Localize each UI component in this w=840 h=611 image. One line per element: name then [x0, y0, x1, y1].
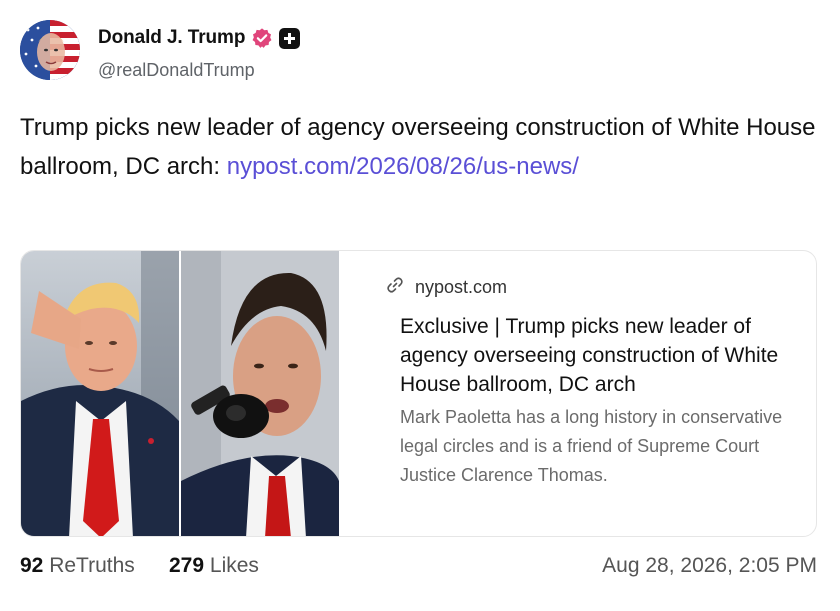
- likes-stat[interactable]: 279 Likes: [169, 554, 259, 578]
- link-description: Mark Paoletta has a long history in cons…: [400, 407, 783, 485]
- user-handle[interactable]: @realDonaldTrump: [98, 60, 255, 81]
- link-preview-image[interactable]: [21, 251, 339, 536]
- image-left-photo: [21, 251, 179, 536]
- verified-badge-icon: [251, 27, 273, 49]
- likes-count: 279: [169, 554, 205, 577]
- post-footer: 92 ReTruths 279 Likes Aug 28, 2026, 2:05…: [20, 554, 820, 582]
- post-text: Trump picks new leader of agency oversee…: [20, 108, 820, 186]
- link-domain-row: nypost.com: [385, 275, 787, 300]
- likes-label: Likes: [209, 554, 259, 577]
- link-preview-card[interactable]: nypost.com Exclusive | Trump picks new l…: [20, 250, 817, 537]
- name-row: Donald J. Trump: [98, 27, 301, 49]
- post-header: Donald J. Trump @realDonaldTrump: [20, 20, 820, 82]
- link-preview-body: nypost.com Exclusive | Trump picks new l…: [367, 275, 787, 490]
- retruths-stat[interactable]: 92 ReTruths: [20, 554, 135, 578]
- avatar[interactable]: [20, 20, 80, 80]
- post-timestamp[interactable]: Aug 28, 2026, 2:05 PM: [602, 554, 817, 578]
- retruths-label: ReTruths: [49, 554, 135, 577]
- image-right-photo: [181, 251, 339, 536]
- link-domain: nypost.com: [415, 277, 508, 297]
- plus-badge-icon: [279, 27, 301, 49]
- link-icon: [385, 275, 405, 300]
- display-name[interactable]: Donald J. Trump: [98, 27, 245, 49]
- post-link[interactable]: nypost.com/2026/08/26/us-news/: [227, 153, 579, 180]
- retruths-count: 92: [20, 554, 44, 577]
- link-title[interactable]: Exclusive | Trump picks new leader of ag…: [400, 312, 787, 399]
